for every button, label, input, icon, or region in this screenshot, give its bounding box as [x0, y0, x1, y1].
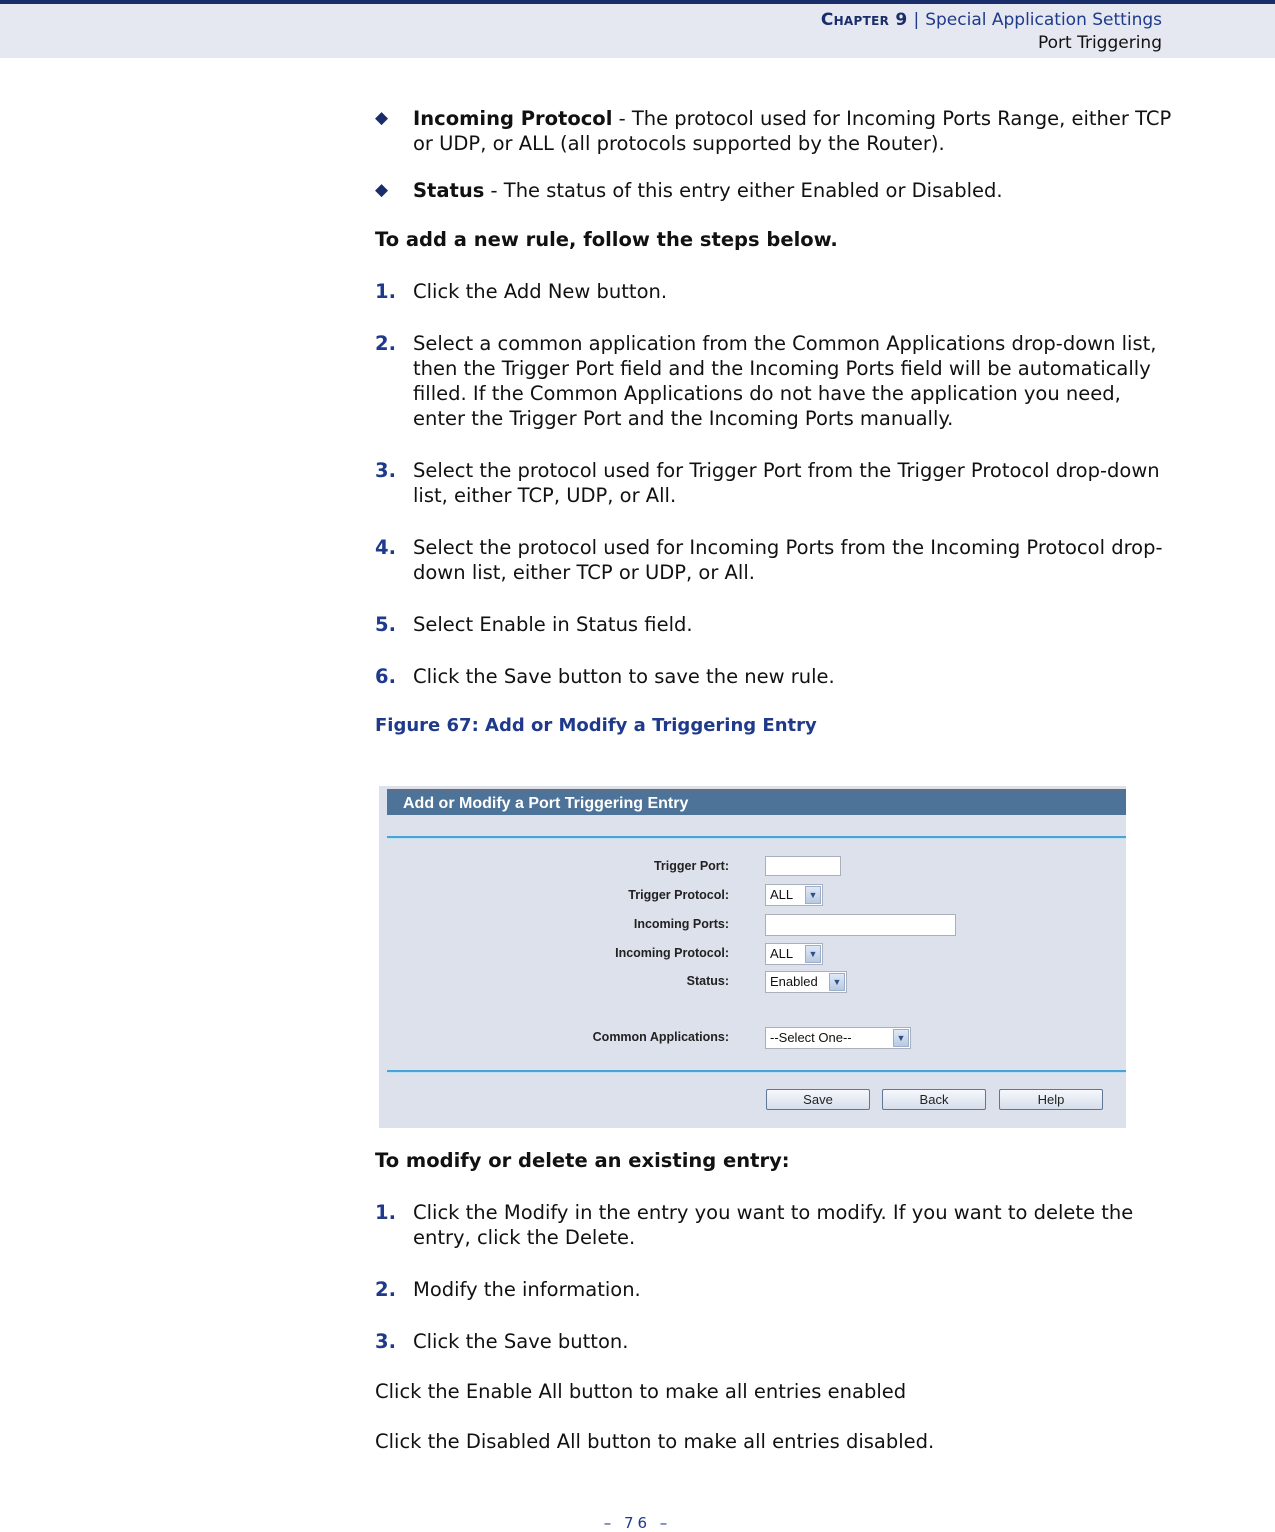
- add-step: 1. Click the Add New button.: [375, 279, 1175, 304]
- bullet-incoming-protocol: ◆ Incoming Protocol - The protocol used …: [375, 106, 1175, 156]
- trigger-protocol-select[interactable]: ALL ▼: [765, 884, 823, 906]
- step-number: 1.: [375, 1201, 396, 1224]
- trigger-protocol-label: Trigger Protocol:: [628, 888, 729, 902]
- step-text: Select Enable in Status field.: [413, 613, 693, 636]
- step-number: 2.: [375, 1278, 396, 1301]
- back-button[interactable]: Back: [882, 1089, 986, 1110]
- modify-heading: To modify or delete an existing entry:: [375, 1149, 790, 1172]
- bullet-status: ◆ Status - The status of this entry eith…: [375, 178, 1175, 203]
- step-number: 1.: [375, 280, 396, 303]
- add-step: 6. Click the Save button to save the new …: [375, 664, 1175, 689]
- step-number: 5.: [375, 613, 396, 636]
- step-number: 6.: [375, 665, 396, 688]
- trigger-port-input[interactable]: [765, 856, 841, 876]
- incoming-protocol-label: Incoming Protocol:: [615, 946, 729, 960]
- step-number: 2.: [375, 332, 396, 355]
- bottom-divider: [387, 1070, 1126, 1072]
- trigger-port-label: Trigger Port:: [653, 859, 729, 873]
- help-button[interactable]: Help: [999, 1089, 1103, 1110]
- add-rule-heading: To add a new rule, follow the steps belo…: [375, 228, 838, 251]
- modify-section: To modify or delete an existing entry: 1…: [375, 1148, 1175, 1479]
- top-divider: [387, 836, 1126, 838]
- add-step: 5. Select Enable in Status field.: [375, 612, 1175, 637]
- page-header: Chapter 9 | Special Application Settings P…: [0, 0, 1275, 58]
- selected-value: ALL: [770, 887, 794, 902]
- chevron-down-icon[interactable]: ▼: [805, 886, 821, 904]
- selected-value: --Select One--: [770, 1030, 852, 1045]
- step-text: Select the protocol used for Incoming Po…: [413, 536, 1163, 584]
- step-text: Click the Add New button.: [413, 280, 668, 303]
- save-button[interactable]: Save: [766, 1089, 870, 1110]
- main-content: ◆ Incoming Protocol - The protocol used …: [375, 106, 1175, 738]
- bullet-text: - The status of this entry either Enable…: [484, 179, 1003, 202]
- step-number: 3.: [375, 1330, 396, 1353]
- step-text: Select a common application from the Com…: [413, 332, 1157, 430]
- status-label: Status:: [686, 974, 729, 988]
- step-text: Modify the information.: [413, 1278, 641, 1301]
- figure-port-triggering-form: Add or Modify a Port Triggering Entry Tr…: [379, 786, 1126, 1128]
- incoming-protocol-select[interactable]: ALL ▼: [765, 943, 823, 965]
- incoming-ports-input[interactable]: [765, 914, 956, 936]
- incoming-ports-label: Incoming Ports:: [633, 917, 729, 931]
- step-text: Click the Save button to save the new ru…: [413, 665, 835, 688]
- header-separator: |: [913, 10, 920, 30]
- common-applications-label: Common Applications:: [592, 1030, 729, 1044]
- disable-all-note: Click the Disabled All button to make al…: [375, 1430, 935, 1453]
- common-applications-select[interactable]: --Select One-- ▼: [765, 1027, 911, 1049]
- section-title: Special Application Settings: [925, 10, 1162, 30]
- step-text: Click the Save button.: [413, 1330, 629, 1353]
- bullet-term: Status: [413, 179, 485, 202]
- diamond-bullet-icon: ◆: [375, 180, 389, 200]
- selected-value: Enabled: [770, 974, 818, 989]
- add-step: 3. Select the protocol used for Trigger P…: [375, 458, 1175, 508]
- add-step: 4. Select the protocol used for Incoming …: [375, 535, 1175, 585]
- chevron-down-icon[interactable]: ▼: [805, 945, 821, 963]
- add-step: 2. Select a common application from the C…: [375, 331, 1175, 431]
- enable-all-note: Click the Enable All button to make all …: [375, 1380, 907, 1403]
- diamond-bullet-icon: ◆: [375, 108, 389, 128]
- bullet-term: Incoming Protocol: [413, 107, 613, 130]
- modify-step: 1. Click the Modify in the entry you want…: [375, 1200, 1175, 1250]
- header-chapter-line: Chapter 9 | Special Application Settings: [821, 10, 1162, 30]
- chapter-label: Chapter 9: [820, 10, 908, 30]
- page-number: – 76 –: [603, 1514, 672, 1532]
- step-number: 3.: [375, 459, 396, 482]
- chevron-down-icon[interactable]: ▼: [829, 973, 845, 991]
- status-select[interactable]: Enabled ▼: [765, 971, 847, 993]
- selected-value: ALL: [770, 946, 794, 961]
- step-text: Click the Modify in the entry you want t…: [413, 1201, 1134, 1249]
- modify-step: 2. Modify the information.: [375, 1277, 1175, 1302]
- step-text: Select the protocol used for Trigger Por…: [413, 459, 1160, 507]
- step-number: 4.: [375, 536, 396, 559]
- figure-caption: Figure 67: Add or Modify a Triggering En…: [375, 715, 817, 736]
- chevron-down-icon[interactable]: ▼: [893, 1029, 909, 1047]
- form-title-bar: Add or Modify a Port Triggering Entry: [387, 789, 1126, 815]
- subsection-title: Port Triggering: [1037, 33, 1162, 53]
- modify-step: 3. Click the Save button.: [375, 1329, 1175, 1354]
